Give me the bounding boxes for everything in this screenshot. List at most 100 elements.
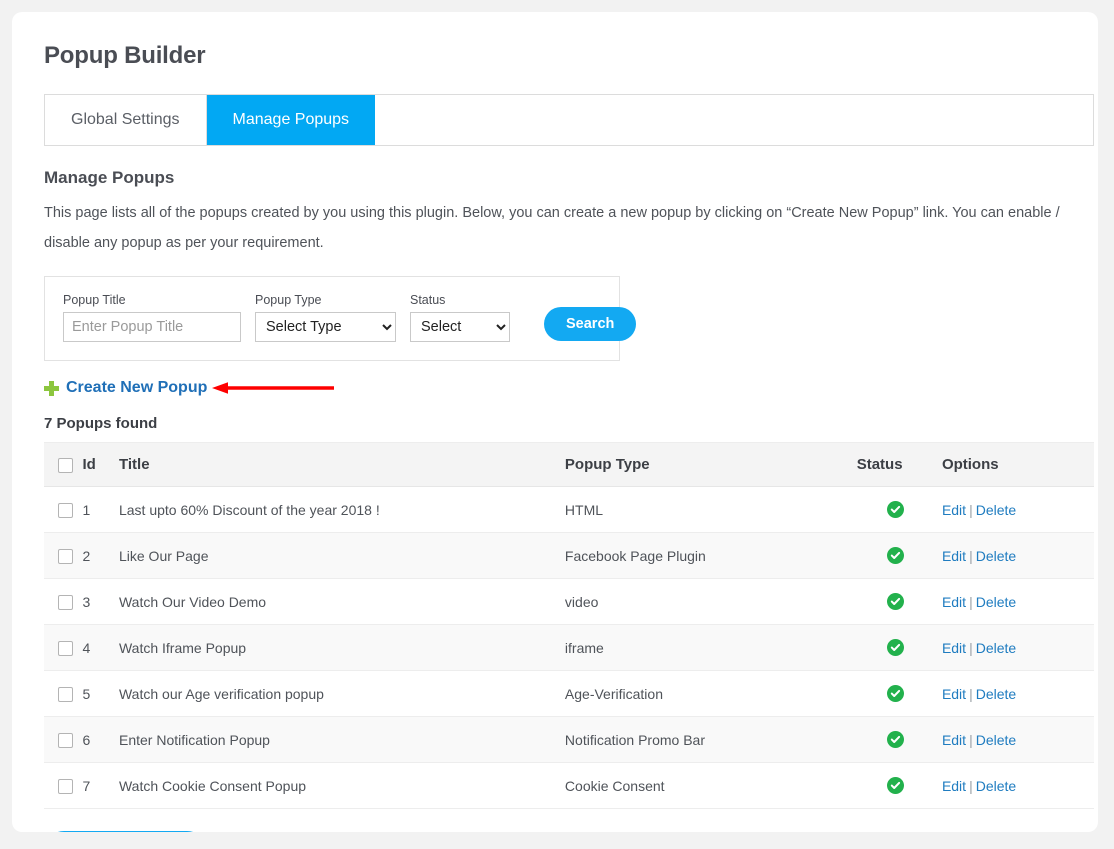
- row-popup-type: HTML: [564, 486, 849, 533]
- row-select-cell: [44, 578, 83, 625]
- status-select[interactable]: Select: [410, 312, 510, 342]
- delete-link[interactable]: Delete: [976, 502, 1016, 518]
- tab-global-settings[interactable]: Global Settings: [45, 95, 207, 145]
- row-select-cell: [44, 624, 83, 671]
- row-select-cell: [44, 532, 83, 579]
- edit-link[interactable]: Edit: [942, 732, 966, 748]
- red-arrow-annotation-icon: [212, 382, 334, 394]
- row-checkbox[interactable]: [58, 548, 73, 564]
- select-all-header: [44, 442, 83, 487]
- row-select-cell: [44, 670, 83, 717]
- row-title: Watch Our Video Demo: [118, 578, 565, 625]
- row-options-cell: Edit | Delete: [941, 624, 1094, 671]
- tab-manage-popups[interactable]: Manage Popups: [206, 95, 376, 145]
- row-checkbox[interactable]: [58, 502, 73, 518]
- delete-link[interactable]: Delete: [976, 778, 1016, 794]
- green-plus-icon: [44, 380, 59, 396]
- row-status-cell: [848, 578, 942, 625]
- create-new-popup-link[interactable]: Create New Popup: [66, 379, 207, 397]
- row-popup-type: video: [564, 578, 849, 625]
- row-select-cell: [44, 762, 83, 809]
- edit-link[interactable]: Edit: [942, 502, 966, 518]
- row-options-cell: Edit | Delete: [941, 762, 1094, 809]
- results-count: 7 Popups found: [44, 415, 158, 432]
- popup-title-label: Popup Title: [63, 293, 126, 307]
- delete-link[interactable]: Delete: [976, 640, 1016, 656]
- delete-link[interactable]: Delete: [976, 732, 1016, 748]
- admin-page-card: Popup Builder Global Settings Manage Pop…: [12, 12, 1098, 832]
- options-separator: |: [969, 501, 973, 518]
- create-new-popup-row: Create New Popup: [44, 377, 1078, 399]
- status-enabled-check-icon[interactable]: [886, 547, 904, 564]
- header-status: Status: [848, 442, 942, 487]
- table-row: 7 Watch Cookie Consent Popup Cookie Consen…: [44, 762, 1094, 809]
- status-enabled-check-icon[interactable]: [886, 685, 904, 702]
- select-all-checkbox[interactable]: [58, 457, 73, 473]
- delete-link[interactable]: Delete: [976, 686, 1016, 702]
- row-checkbox[interactable]: [58, 732, 73, 748]
- edit-link[interactable]: Edit: [942, 778, 966, 794]
- row-title: Watch our Age verification popup: [118, 670, 565, 717]
- row-status-cell: [848, 762, 942, 809]
- row-popup-type: Notification Promo Bar: [564, 716, 849, 763]
- row-status-cell: [848, 716, 942, 763]
- options-separator: |: [969, 547, 973, 564]
- row-title: Watch Cookie Consent Popup: [118, 762, 565, 809]
- table-row: 3 Watch Our Video Demo video Edit | Delete: [44, 578, 1094, 625]
- row-popup-type: Cookie Consent: [564, 762, 849, 809]
- popups-table-wrapper: Id Title Popup Type Status Options 1 Last…: [44, 442, 1094, 809]
- edit-link[interactable]: Edit: [942, 686, 966, 702]
- status-enabled-check-icon[interactable]: [886, 777, 904, 794]
- edit-link[interactable]: Edit: [942, 640, 966, 656]
- row-id: 6: [82, 716, 119, 763]
- popup-type-select[interactable]: Select Type: [255, 312, 396, 342]
- status-enabled-check-icon[interactable]: [886, 639, 904, 656]
- edit-link[interactable]: Edit: [942, 594, 966, 610]
- popup-title-input[interactable]: [63, 312, 241, 342]
- delete-link[interactable]: Delete: [976, 594, 1016, 610]
- row-options-cell: Edit | Delete: [941, 486, 1094, 533]
- row-status-cell: [848, 486, 942, 533]
- header-id: Id: [82, 442, 119, 487]
- search-button[interactable]: Search: [544, 307, 637, 341]
- header-title: Title: [118, 442, 565, 487]
- status-enabled-check-icon[interactable]: [886, 501, 904, 518]
- row-id: 1: [82, 486, 119, 533]
- row-checkbox[interactable]: [58, 640, 73, 656]
- row-options-cell: Edit | Delete: [941, 532, 1094, 579]
- tab-global-settings-label: Global Settings: [71, 111, 180, 128]
- row-id: 4: [82, 624, 119, 671]
- row-id: 7: [82, 762, 119, 809]
- row-id: 2: [82, 532, 119, 579]
- table-row: 1 Last upto 60% Discount of the year 2018…: [44, 486, 1094, 533]
- row-checkbox[interactable]: [58, 686, 73, 702]
- row-checkbox[interactable]: [58, 594, 73, 610]
- row-title: Enter Notification Popup: [118, 716, 565, 763]
- options-separator: |: [969, 593, 973, 610]
- section-title: Manage Popups: [44, 168, 175, 187]
- row-options-cell: Edit | Delete: [941, 578, 1094, 625]
- table-row: 6 Enter Notification Popup Notification Pr…: [44, 716, 1094, 763]
- popups-table-head: Id Title Popup Type Status Options: [44, 442, 1094, 487]
- page-title: Popup Builder: [44, 42, 206, 69]
- delete-selected-button[interactable]: Delete Selected: [44, 831, 207, 832]
- row-popup-type: Facebook Page Plugin: [564, 532, 849, 579]
- row-options-cell: Edit | Delete: [941, 716, 1094, 763]
- delete-link[interactable]: Delete: [976, 548, 1016, 564]
- status-enabled-check-icon[interactable]: [886, 593, 904, 610]
- options-separator: |: [969, 639, 973, 656]
- popup-type-field-group: Popup Type Select Type: [255, 293, 396, 342]
- popups-table: Id Title Popup Type Status Options 1 Last…: [44, 442, 1094, 809]
- section-description: This page lists all of the popups create…: [44, 205, 1060, 251]
- header-popup-type: Popup Type: [564, 442, 849, 487]
- edit-link[interactable]: Edit: [942, 548, 966, 564]
- row-checkbox[interactable]: [58, 778, 73, 794]
- row-status-cell: [848, 532, 942, 579]
- status-enabled-check-icon[interactable]: [886, 731, 904, 748]
- row-title: Watch Iframe Popup: [118, 624, 565, 671]
- row-select-cell: [44, 716, 83, 763]
- status-label: Status: [410, 293, 446, 307]
- options-separator: |: [969, 731, 973, 748]
- row-select-cell: [44, 486, 83, 533]
- row-popup-type: Age-Verification: [564, 670, 849, 717]
